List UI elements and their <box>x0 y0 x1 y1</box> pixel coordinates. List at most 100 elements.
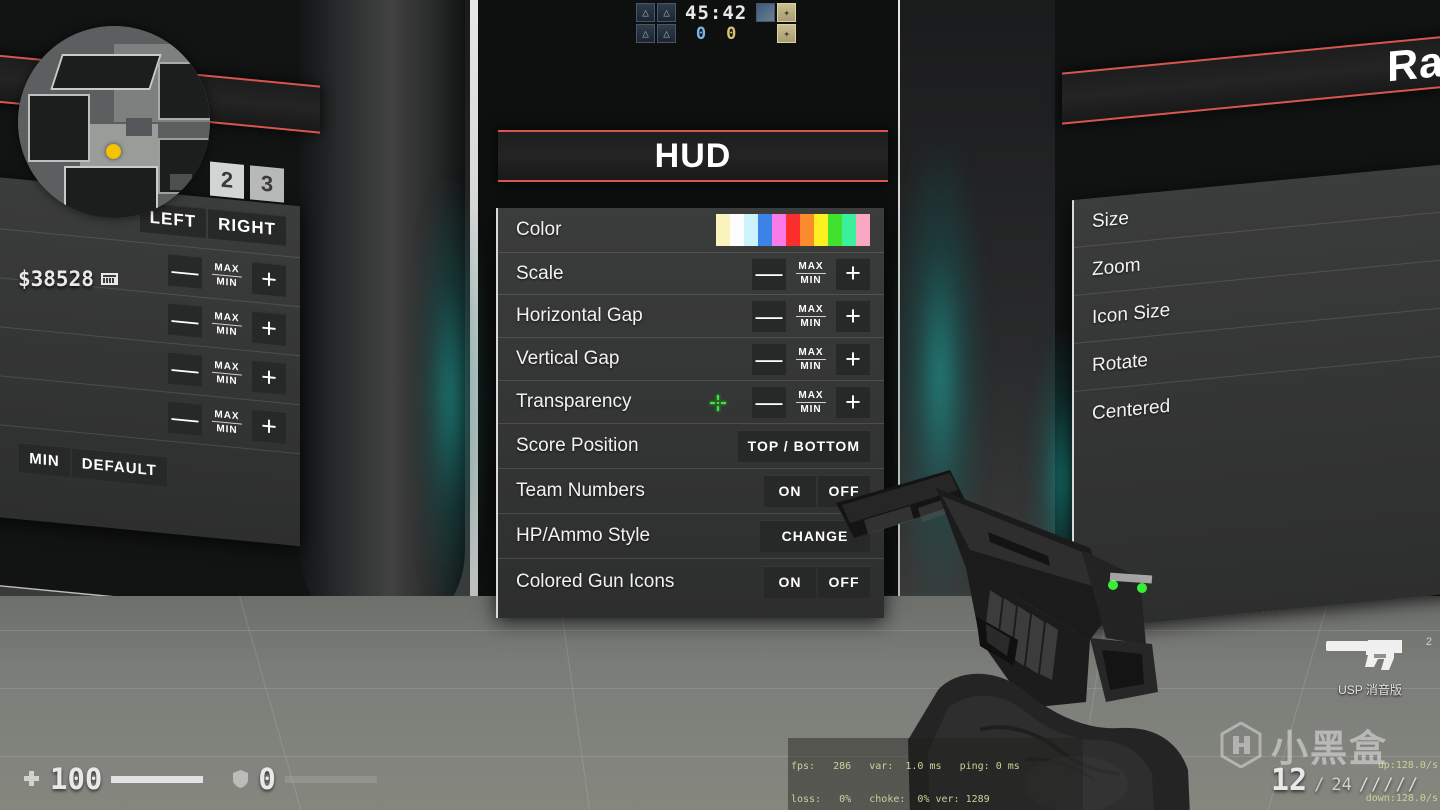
game-scene: vi 2 3 LEFT RIGHT — <box>0 0 1440 810</box>
increase-button[interactable]: + <box>252 359 286 395</box>
default-preset-button[interactable]: DEFAULT <box>71 447 167 487</box>
hud-row-color: Color <box>498 208 884 253</box>
vertical-gap-max-min-button[interactable]: MAX MIN <box>793 342 829 376</box>
hud-ammo-reserve: 24 <box>1331 775 1352 795</box>
colored-gun-icons-on-button[interactable]: ON <box>764 565 816 598</box>
radar-row-centered-label: Centered <box>1092 395 1171 425</box>
color-swatch-0[interactable] <box>716 214 730 246</box>
colored-gun-icons-off-button[interactable]: OFF <box>818 565 870 598</box>
team-numbers-off-button[interactable]: OFF <box>818 475 870 507</box>
t-player-icons: ✦ ✦ <box>756 3 797 43</box>
hud-row-score-position-label: Score Position <box>516 435 639 456</box>
color-swatch-2[interactable] <box>744 214 758 246</box>
colored-gun-icons-off-label: OFF <box>828 573 860 590</box>
vertical-gap-increase-button[interactable]: + <box>836 343 870 375</box>
decrease-button[interactable]: — <box>168 400 202 436</box>
radar-row-rotate-label: Rotate <box>1092 349 1148 376</box>
horizontal-gap-max-min-button[interactable]: MAX MIN <box>793 299 829 333</box>
hud-scoreboard: △ △ △ △ 45:42 0 0 ✦ ✦ <box>636 2 797 44</box>
decrease-button[interactable]: — <box>168 302 202 338</box>
transparency-max-min-button[interactable]: MAX MIN <box>793 385 829 419</box>
left-panel-body: 2 3 LEFT RIGHT — MAX MIN + — MAX MIN + —… <box>0 161 300 547</box>
team-numbers-off-label: OFF <box>828 483 860 499</box>
hud-health-bar <box>111 775 204 783</box>
left-panel-tab-group: 2 3 <box>210 161 284 203</box>
shield-icon <box>233 770 249 788</box>
max-min-button[interactable]: MAX MIN <box>209 403 245 440</box>
radar-row-size-label: Size <box>1092 207 1129 232</box>
hud-row-vertical-gap-label: Vertical Gap <box>516 348 620 369</box>
side-right-button[interactable]: RIGHT <box>208 207 286 246</box>
radar-row-icon-size-label: Icon Size <box>1092 299 1171 328</box>
vertical-gap-decrease-button[interactable]: — <box>752 343 786 375</box>
max-min-button[interactable]: MAX MIN <box>209 354 245 391</box>
score-position-button[interactable]: TOP / BOTTOM <box>737 430 870 462</box>
increase-button[interactable]: + <box>252 261 286 297</box>
color-swatch-7[interactable] <box>814 214 828 246</box>
hud-row-team-numbers-label: Team Numbers <box>516 480 645 501</box>
scale-decrease-button[interactable]: — <box>752 257 786 290</box>
max-min-button[interactable]: MAX MIN <box>209 305 245 342</box>
transparency-increase-button[interactable]: + <box>836 386 870 418</box>
color-swatch-9[interactable] <box>842 214 856 246</box>
increase-button[interactable]: + <box>252 408 286 444</box>
hud-armor-value: 0 <box>258 762 276 796</box>
decrease-button[interactable]: — <box>168 351 202 387</box>
color-swatch-1[interactable] <box>730 214 744 246</box>
ct-player-icon: △ <box>636 3 655 22</box>
color-swatch-5[interactable] <box>786 214 800 246</box>
stepper-group: — MAX MIN + <box>168 400 286 445</box>
hud-row-colored-gun-icons: Colored Gun Icons ON OFF <box>498 559 884 604</box>
hud-ammo-separator: / <box>1314 775 1325 795</box>
hp-ammo-style-change-button[interactable]: CHANGE <box>760 520 870 552</box>
increase-button[interactable]: + <box>252 310 286 346</box>
left-panel-tab-3[interactable]: 3 <box>250 165 284 203</box>
hud-row-scale-label: Scale <box>516 262 564 284</box>
hud-row-scale: Scale — MAX MIN + <box>498 253 884 295</box>
horizontal-gap-decrease-button[interactable]: — <box>752 300 786 332</box>
hud-row-hp-ammo-style-label: HP/Ammo Style <box>516 525 651 546</box>
stepper-group: — MAX MIN + <box>168 302 286 347</box>
minimap-radar <box>18 26 210 218</box>
max-min-button[interactable]: MAX MIN <box>209 256 245 293</box>
usp-silenced-icon <box>1326 640 1402 670</box>
hud-armor-bar <box>284 775 377 783</box>
hud-panel-body: Color Scale — MAX MIN + Horizontal Gap —… <box>496 208 884 618</box>
left-panel-tab-3-label: 3 <box>260 170 274 197</box>
color-swatch-10[interactable] <box>856 214 870 246</box>
left-panel-tab-2[interactable]: 2 <box>210 161 244 199</box>
hud-row-transparency-label: Transparency <box>516 391 632 412</box>
watermark-text: 小黑盒 <box>1271 728 1388 769</box>
color-swatch-4[interactable] <box>772 214 786 246</box>
scale-increase-button[interactable]: + <box>836 257 870 290</box>
cart-icon <box>100 273 118 285</box>
net-graph-line-1: fps: 286 var: 1.0 ms ping: 0 ms <box>791 761 1020 772</box>
minimap-player-dot <box>106 144 121 159</box>
min-preset-label: MIN <box>29 449 60 470</box>
min-preset-button[interactable]: MIN <box>19 442 70 478</box>
color-swatch-3[interactable] <box>758 214 772 246</box>
hud-money: $38528 <box>18 267 119 291</box>
team-numbers-on-label: ON <box>778 483 802 499</box>
hud-round-timer: 45:42 <box>685 2 748 24</box>
hud-weapon-name: USP 消音版 <box>1338 683 1402 697</box>
hexagon-logo <box>1220 722 1262 768</box>
net-rate-down: down:128.0/s <box>1365 793 1438 804</box>
hud-row-vertical-gap: Vertical Gap — MAX MIN + <box>498 338 884 381</box>
left-panel-tab-2-label: 2 <box>220 166 234 193</box>
ct-player-icon: △ <box>657 24 676 43</box>
color-swatch-6[interactable] <box>800 214 814 246</box>
decrease-button[interactable]: — <box>168 253 202 289</box>
color-swatch-group[interactable] <box>716 214 870 246</box>
hud-row-colored-gun-icons-label: Colored Gun Icons <box>516 570 675 592</box>
horizontal-gap-increase-button[interactable]: + <box>836 300 870 332</box>
hud-panel-title: HUD <box>498 130 888 182</box>
hud-row-horizontal-gap: Horizontal Gap — MAX MIN + <box>498 295 884 338</box>
transparency-decrease-button[interactable]: — <box>752 386 786 418</box>
transparency-stepper: — MAX MIN + <box>752 385 870 419</box>
hud-row-transparency: Transparency — MAX MIN + <box>498 381 884 424</box>
color-swatch-8[interactable] <box>828 214 842 246</box>
hud-weapon-slot: 2 <box>1425 636 1432 648</box>
team-numbers-on-button[interactable]: ON <box>764 475 816 507</box>
scale-max-min-button[interactable]: MAX MIN <box>793 257 829 291</box>
